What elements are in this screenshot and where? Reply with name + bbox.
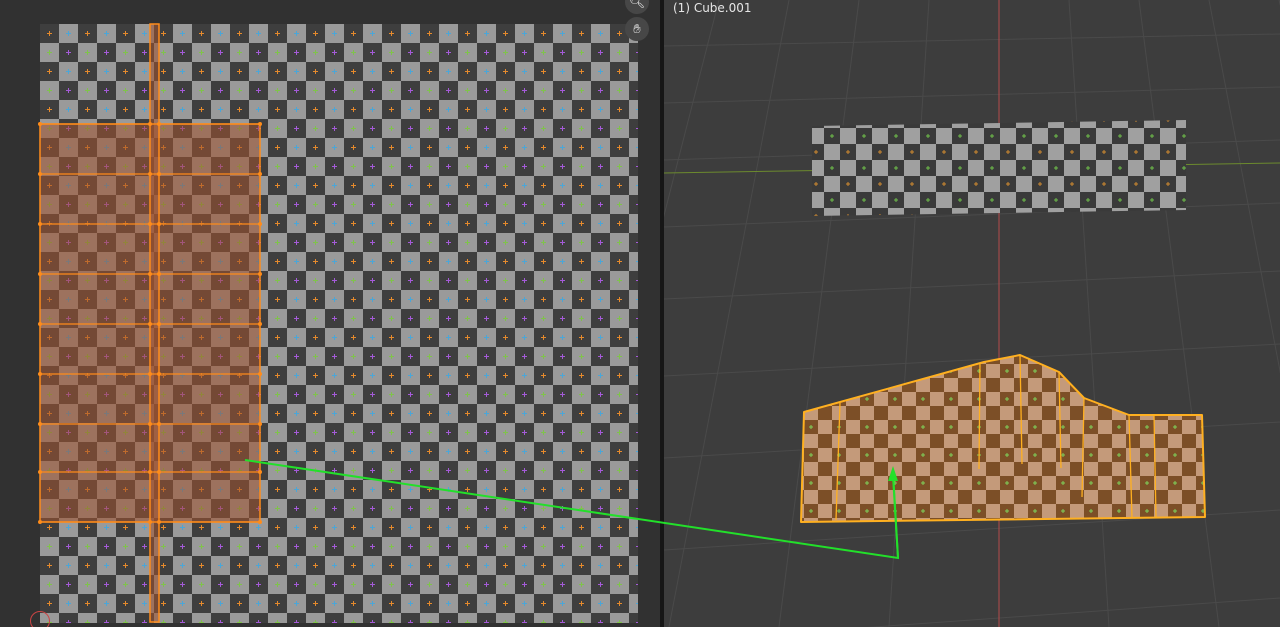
uv-vertex: [38, 520, 42, 524]
uv-vertex: [148, 122, 152, 126]
uv-vertex: [148, 470, 152, 474]
uv-vertex: [258, 172, 262, 176]
uv-vertex: [38, 470, 42, 474]
uv-vertex: [258, 272, 262, 276]
uv-vertex: [258, 520, 262, 524]
uv-vertex: [148, 222, 152, 226]
uv-vertex: [38, 172, 42, 176]
uv-vertex: [148, 422, 152, 426]
uv-vertex: [148, 322, 152, 326]
viewport-grid: [664, 0, 1280, 627]
uv-canvas[interactable]: [0, 0, 660, 627]
uv-vertex: [258, 222, 262, 226]
uv-vertex: [38, 322, 42, 326]
uv-vertex: [148, 172, 152, 176]
uv-vertex: [157, 470, 161, 474]
uv-vertex: [258, 122, 262, 126]
grid-line: [664, 33, 1280, 47]
uv-vertex: [258, 322, 262, 326]
uv-vertex: [258, 422, 262, 426]
grid-line: [1068, 0, 1110, 627]
uv-vertex: [38, 422, 42, 426]
uv-vertex: [38, 272, 42, 276]
grid-line: [778, 0, 860, 627]
flat-mesh-plane[interactable]: [812, 120, 1186, 216]
uv-vertex: [38, 372, 42, 376]
uv-vertex: [148, 520, 152, 524]
grid-line: [668, 0, 790, 627]
origin-cursor-icon: [30, 611, 50, 627]
grid-line: [664, 270, 1280, 300]
viewport-canvas[interactable]: [664, 0, 1280, 627]
uv-editor[interactable]: 🔍︎ ✋︎: [0, 0, 660, 627]
uv-vertex: [148, 272, 152, 276]
uv-vertex: [157, 322, 161, 326]
uv-vertex: [258, 470, 262, 474]
uv-vertex: [157, 172, 161, 176]
uv-vertex: [148, 372, 152, 376]
uv-vertex: [157, 520, 161, 524]
uv-vertex: [157, 122, 161, 126]
grid-line: [1138, 0, 1220, 627]
uv-vertex: [258, 372, 262, 376]
magnifier-icon: 🔍︎: [628, 0, 646, 10]
grid-line: [664, 86, 1280, 104]
uv-vertex: [157, 422, 161, 426]
uv-vertex: [38, 222, 42, 226]
uv-vertex: [157, 372, 161, 376]
pan-button[interactable]: ✋︎: [625, 17, 649, 41]
uv-vertex: [38, 122, 42, 126]
selected-mesh-strip[interactable]: [800, 354, 1206, 523]
grid-line: [866, 597, 1280, 627]
hand-icon: ✋︎: [633, 21, 641, 37]
grid-line: [1208, 0, 1280, 374]
uv-vertex: [157, 272, 161, 276]
grid-line: [664, 0, 720, 218]
object-name-label: (1) Cube.001: [673, 1, 752, 15]
uv-vertex: [157, 222, 161, 226]
3d-viewport[interactable]: (1) Cube.001: [664, 0, 1280, 627]
